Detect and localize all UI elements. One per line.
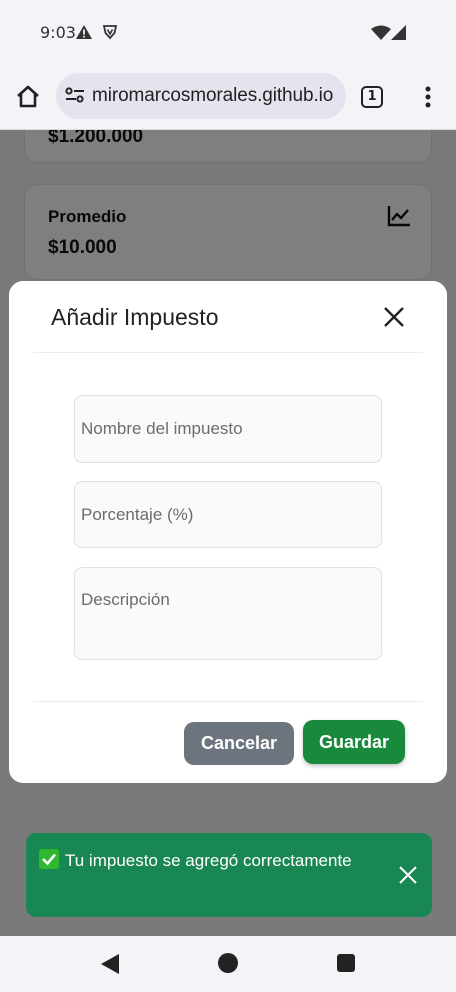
toast-message: Tu impuesto se agregó correctamente	[65, 851, 352, 870]
signal-icon	[391, 25, 406, 45]
home-nav-icon[interactable]	[218, 953, 238, 973]
system-nav-bar	[0, 936, 456, 992]
url-text: miromarcosmorales.github.io	[92, 85, 334, 106]
add-tax-modal: Añadir Impuesto Cancelar Guardar	[9, 281, 447, 783]
tab-switcher-button[interactable]: 1	[361, 86, 383, 108]
save-button[interactable]: Guardar	[303, 720, 405, 764]
modal-header-divider	[33, 352, 423, 353]
status-bar: 9:03	[0, 0, 456, 64]
site-settings-icon[interactable]	[65, 86, 85, 109]
back-icon[interactable]	[100, 953, 120, 980]
warning-icon	[75, 24, 93, 45]
close-icon[interactable]	[382, 305, 406, 329]
tax-percentage-input[interactable]	[74, 481, 382, 548]
recents-icon[interactable]	[337, 954, 355, 972]
browser-toolbar: miromarcosmorales.github.io 1	[0, 64, 456, 130]
home-icon[interactable]	[14, 83, 42, 111]
success-toast: Tu impuesto se agregó correctamente	[26, 833, 432, 917]
tax-description-textarea[interactable]	[74, 567, 382, 660]
status-time: 9:03	[40, 23, 76, 42]
modal-footer-divider	[33, 701, 423, 702]
shield-icon	[102, 24, 118, 45]
more-vert-icon[interactable]	[420, 83, 436, 111]
cancel-button[interactable]: Cancelar	[184, 722, 294, 765]
address-bar[interactable]: miromarcosmorales.github.io	[56, 73, 346, 119]
modal-title: Añadir Impuesto	[51, 304, 219, 330]
wifi-icon	[371, 25, 391, 45]
close-icon[interactable]	[398, 865, 418, 885]
check-mark-icon	[39, 849, 59, 869]
tax-name-input[interactable]	[74, 395, 382, 463]
